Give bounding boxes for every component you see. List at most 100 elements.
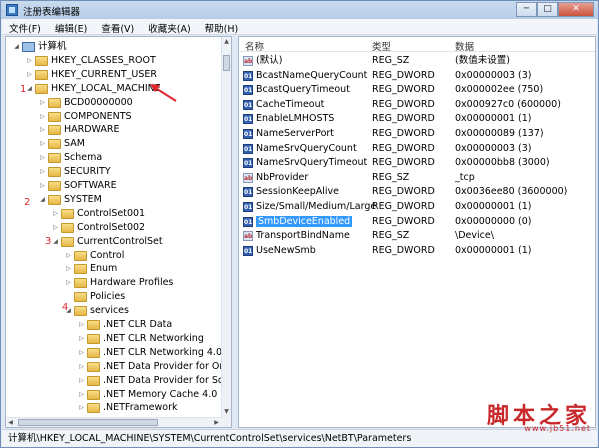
menu-edit[interactable]: 编辑(E) <box>48 19 94 35</box>
value-type: REG_SZ <box>372 171 410 183</box>
expand-arrow-icon[interactable]: ▷ <box>77 332 86 346</box>
key-tree-pane[interactable]: ▷ .NETFramework ▷ .NET Memory Cache 4.0 ▷ .NE… <box>5 36 232 428</box>
expand-arrow-icon[interactable]: ▷ <box>25 54 34 68</box>
tree-node[interactable]: ▷ .NET CLR Networking 4.0.0.0 <box>77 346 231 360</box>
value-row[interactable]: ab TransportBindName REG_SZ \Device\ <box>239 229 595 243</box>
scroll-up-arrow-icon[interactable]: ▲ <box>222 37 231 47</box>
menu-help[interactable]: 帮助(H) <box>198 19 246 35</box>
value-name-cell: CacheTimeout <box>256 98 324 112</box>
expand-arrow-icon[interactable]: ▷ <box>64 276 73 290</box>
values-list-pane[interactable]: 名称 类型 数据 ab (默认) REG_SZ (数值未设置) 01 BcastNameQ… <box>238 36 596 428</box>
tree-node[interactable]: ▷ Hardware Profiles <box>64 276 173 290</box>
tree-node[interactable]: ◢ HKEY_LOCAL_MACHINE <box>25 82 161 96</box>
tree-node[interactable]: ▷ HARDWARE <box>38 123 120 137</box>
value-row[interactable]: ab (默认) REG_SZ (数值未设置) <box>239 54 595 68</box>
tree-node-label: .NET CLR Data <box>103 319 173 330</box>
expand-arrow-icon[interactable]: ▷ <box>77 360 86 374</box>
tree-horizontal-scrollbar[interactable]: ◀ ▶ <box>6 417 222 427</box>
tree-node[interactable]: ▷ BCD00000000 <box>38 96 133 110</box>
value-row[interactable]: 01 NameServerPort REG_DWORD 0x00000089 (137… <box>239 127 595 141</box>
expand-arrow-icon[interactable]: ▷ <box>51 221 60 235</box>
expand-arrow-icon[interactable]: ▷ <box>77 401 86 415</box>
binary-value-icon: 01 <box>243 99 253 110</box>
value-data: 0x000002ee (750) <box>455 84 544 96</box>
expand-arrow-icon[interactable]: ▷ <box>64 262 73 276</box>
expand-arrow-icon[interactable]: ▷ <box>38 123 47 137</box>
tree-node[interactable]: ▷ Schema <box>38 151 102 165</box>
tree-node[interactable]: ▷ .NET CLR Data <box>77 318 172 332</box>
expand-arrow-icon[interactable]: ▷ <box>38 151 47 165</box>
expand-arrow-icon[interactable]: ▷ <box>77 374 86 388</box>
expand-arrow-icon[interactable]: ▷ <box>51 207 60 221</box>
tree-node[interactable]: ▷ Enum <box>64 262 117 276</box>
column-data-header[interactable]: 数据 <box>455 39 474 53</box>
tree-node[interactable]: ▷ SAM <box>38 137 85 151</box>
value-row[interactable]: 01 UseNewSmb REG_DWORD 0x00000001 (1) <box>239 244 595 258</box>
expand-arrow-icon[interactable]: ▷ <box>38 96 47 110</box>
scroll-left-arrow-icon[interactable]: ◀ <box>6 418 15 427</box>
expand-arrow-icon[interactable]: ▷ <box>64 249 73 263</box>
expand-arrow-icon[interactable]: ▷ <box>38 179 47 193</box>
scroll-right-arrow-icon[interactable]: ▶ <box>212 418 221 427</box>
collapse-arrow-icon[interactable]: ◢ <box>38 193 47 207</box>
expand-arrow-icon[interactable]: ▷ <box>25 68 34 82</box>
tree-node[interactable]: ▷ ControlSet001 <box>51 207 145 221</box>
tree-node[interactable]: ▷ .NET Data Provider for SqlSer <box>77 374 231 388</box>
collapse-arrow-icon[interactable]: ◢ <box>51 235 60 249</box>
tree-node[interactable]: ▷ .NETFramework <box>77 401 178 415</box>
tree-node[interactable]: ▷ .NET Memory Cache 4.0 <box>77 388 217 402</box>
value-type: REG_DWORD <box>372 69 435 81</box>
column-type-header[interactable]: 类型 <box>372 39 391 53</box>
value-type: REG_DWORD <box>372 84 435 96</box>
maximize-button[interactable]: □ <box>537 2 558 17</box>
value-row[interactable]: 01 NameSrvQueryTimeout REG_DWORD 0x00000bb8… <box>239 156 595 170</box>
tree-node[interactable]: ▷ SOFTWARE <box>38 179 117 193</box>
value-row[interactable]: 01 SmbDeviceEnabled REG_DWORD 0x00000000 (0… <box>239 215 595 229</box>
tree-node[interactable]: ▷ COMPONENTS <box>38 110 132 124</box>
tree-node[interactable]: ▷ .NET CLR Networking <box>77 332 204 346</box>
tree-node[interactable]: ◢ SYSTEM <box>38 193 102 207</box>
expand-arrow-icon[interactable]: ▷ <box>38 110 47 124</box>
value-row[interactable]: 01 BcastNameQueryCount REG_DWORD 0x00000003… <box>239 69 595 83</box>
tree-vertical-scrollbar[interactable]: ▲ ▼ <box>221 37 231 427</box>
tree-scroll-thumb[interactable] <box>223 55 230 71</box>
menu-file[interactable]: 文件(F) <box>2 19 48 35</box>
tree-hscroll-thumb[interactable] <box>18 419 158 426</box>
watermark-url: www.jb51.net <box>524 424 591 433</box>
tree-node[interactable]: Policies <box>64 290 125 304</box>
tree-node[interactable]: ▷ ControlSet002 <box>51 221 145 235</box>
folder-icon <box>87 333 100 344</box>
value-row[interactable]: ab NbProvider REG_SZ _tcp <box>239 171 595 185</box>
value-row[interactable]: 01 SessionKeepAlive REG_DWORD 0x0036ee80 (3… <box>239 185 595 199</box>
value-row[interactable]: 01 EnableLMHOSTS REG_DWORD 0x00000001 (1) <box>239 112 595 126</box>
tree-node[interactable]: ◢ 计算机 <box>12 40 67 54</box>
tree-node[interactable]: ▷ HKEY_CURRENT_USER <box>25 68 157 82</box>
column-name-header[interactable]: 名称 <box>245 39 264 53</box>
tree-node[interactable]: ◢ CurrentControlSet <box>51 235 163 249</box>
folder-icon <box>74 250 87 261</box>
tree-node[interactable]: ▷ Control <box>64 249 124 263</box>
value-row[interactable]: 01 BcastQueryTimeout REG_DWORD 0x000002ee (… <box>239 83 595 97</box>
minimize-button[interactable]: ─ <box>516 2 537 17</box>
value-name: UseNewSmb <box>256 244 316 256</box>
tree-node-label: .NETFramework <box>103 402 178 414</box>
value-row[interactable]: 01 Size/Small/Medium/Large REG_DWORD 0x0000… <box>239 200 595 214</box>
expand-arrow-icon[interactable]: ▷ <box>77 346 86 360</box>
menu-view[interactable]: 查看(V) <box>94 19 141 35</box>
expand-arrow-icon[interactable]: ▷ <box>77 318 86 332</box>
value-data: 0x00000001 (1) <box>455 201 532 212</box>
tree-node[interactable]: ▷ .NET Data Provider for Oracle <box>77 360 231 374</box>
value-row[interactable]: 01 NameSrvQueryCount REG_DWORD 0x00000003 (… <box>239 142 595 156</box>
tree-node[interactable]: ▷ SECURITY <box>38 165 111 179</box>
tree-node[interactable]: ▷ HKEY_CLASSES_ROOT <box>25 54 156 68</box>
scroll-down-arrow-icon[interactable]: ▼ <box>222 407 231 417</box>
collapse-arrow-icon[interactable]: ◢ <box>12 40 21 54</box>
close-button[interactable]: ✕ <box>558 2 594 17</box>
menu-favorites[interactable]: 收藏夹(A) <box>141 19 197 35</box>
expand-arrow-icon[interactable]: ▷ <box>38 137 47 151</box>
tree-node[interactable]: ◢ services <box>64 304 129 318</box>
registry-app-icon <box>6 4 18 16</box>
expand-arrow-icon[interactable]: ▷ <box>77 388 86 402</box>
value-row[interactable]: 01 CacheTimeout REG_DWORD 0x000927c0 (60000… <box>239 98 595 112</box>
expand-arrow-icon[interactable]: ▷ <box>38 165 47 179</box>
